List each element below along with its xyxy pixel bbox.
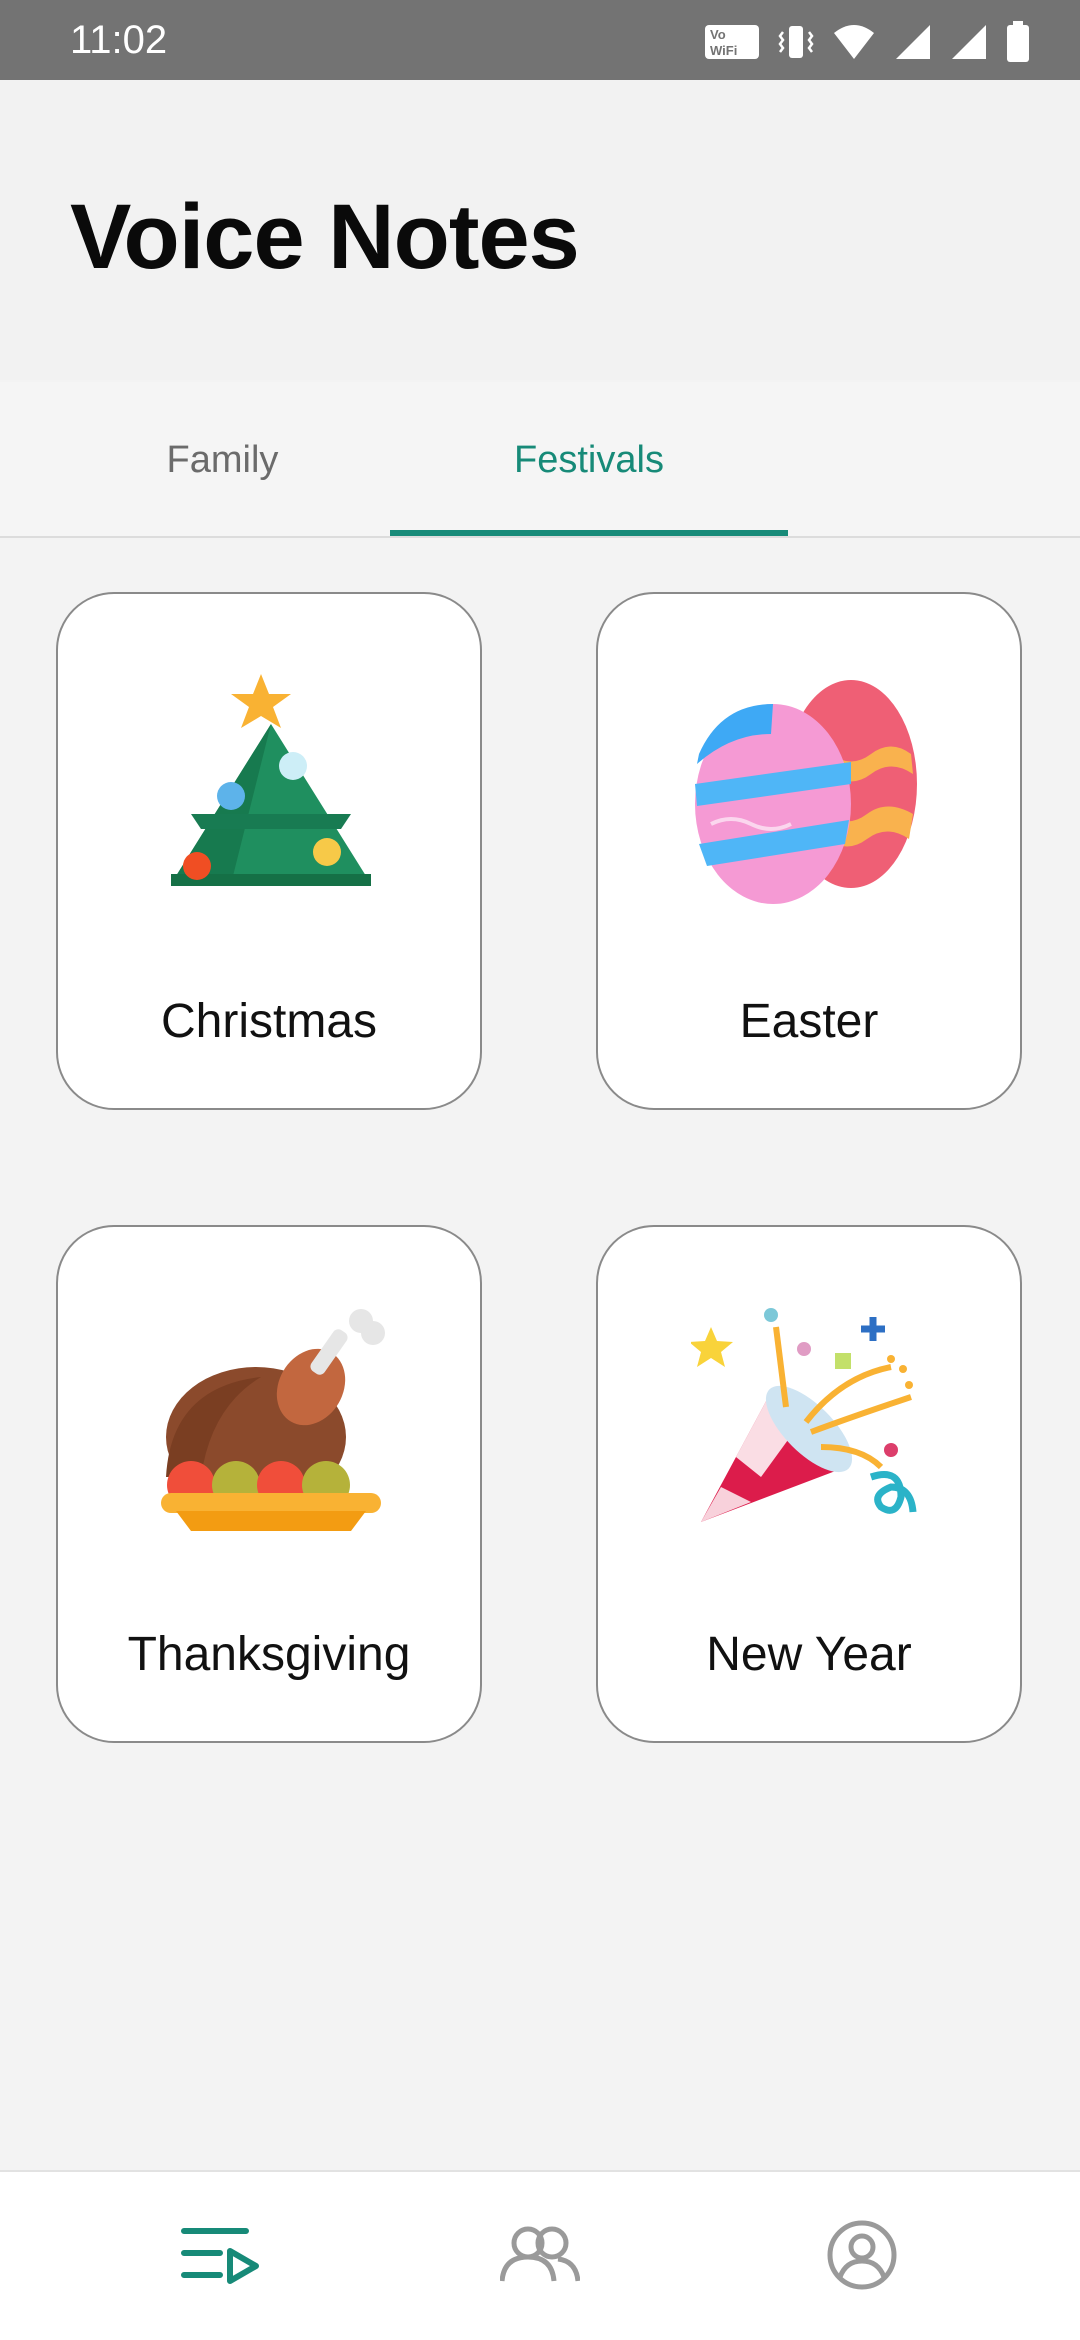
page-title: Voice Notes xyxy=(70,186,580,288)
header: Voice Notes xyxy=(0,80,1080,380)
signal-icon xyxy=(950,23,988,61)
tab-bar: Family Festivals xyxy=(0,382,1080,538)
card-christmas[interactable]: Christmas xyxy=(56,592,482,1110)
card-new-year[interactable]: New Year xyxy=(596,1225,1022,1743)
party-popper-icon xyxy=(689,1307,931,1547)
signal-icon xyxy=(894,23,932,61)
status-bar: 11:02 Vo WiFi xyxy=(0,0,1080,80)
card-label: Easter xyxy=(739,995,879,1048)
bottom-nav xyxy=(0,2170,1080,2340)
tab-family-label: Family xyxy=(166,438,279,481)
card-label: Christmas xyxy=(160,995,378,1048)
playlist-play-icon xyxy=(180,2225,260,2290)
battery-icon xyxy=(1006,21,1030,63)
card-thanksgiving[interactable]: Thanksgiving xyxy=(56,1225,482,1743)
people-icon xyxy=(499,2225,581,2290)
tab-family[interactable]: Family xyxy=(90,382,355,538)
vowifi-icon: Vo WiFi xyxy=(704,24,760,60)
nav-people[interactable] xyxy=(440,2172,640,2340)
nav-profile[interactable] xyxy=(762,2172,962,2340)
tab-festivals[interactable]: Festivals xyxy=(390,382,788,538)
tab-festivals-label: Festivals xyxy=(514,438,664,481)
vibrate-icon xyxy=(778,22,814,62)
roast-turkey-icon xyxy=(151,1307,391,1547)
tab-selected-indicator xyxy=(390,530,788,536)
card-label: New Year xyxy=(706,1628,912,1681)
christmas-tree-icon xyxy=(151,674,391,914)
nav-playlist[interactable] xyxy=(120,2172,320,2340)
svg-text:WiFi: WiFi xyxy=(710,43,737,58)
card-label: Thanksgiving xyxy=(127,1628,411,1681)
card-easter[interactable]: Easter xyxy=(596,592,1022,1110)
profile-icon xyxy=(826,2219,898,2296)
status-icons: Vo WiFi xyxy=(704,20,1030,64)
easter-eggs-icon xyxy=(691,674,931,914)
svg-text:Vo: Vo xyxy=(710,27,726,42)
status-time: 11:02 xyxy=(70,18,168,62)
wifi-icon xyxy=(832,23,876,61)
